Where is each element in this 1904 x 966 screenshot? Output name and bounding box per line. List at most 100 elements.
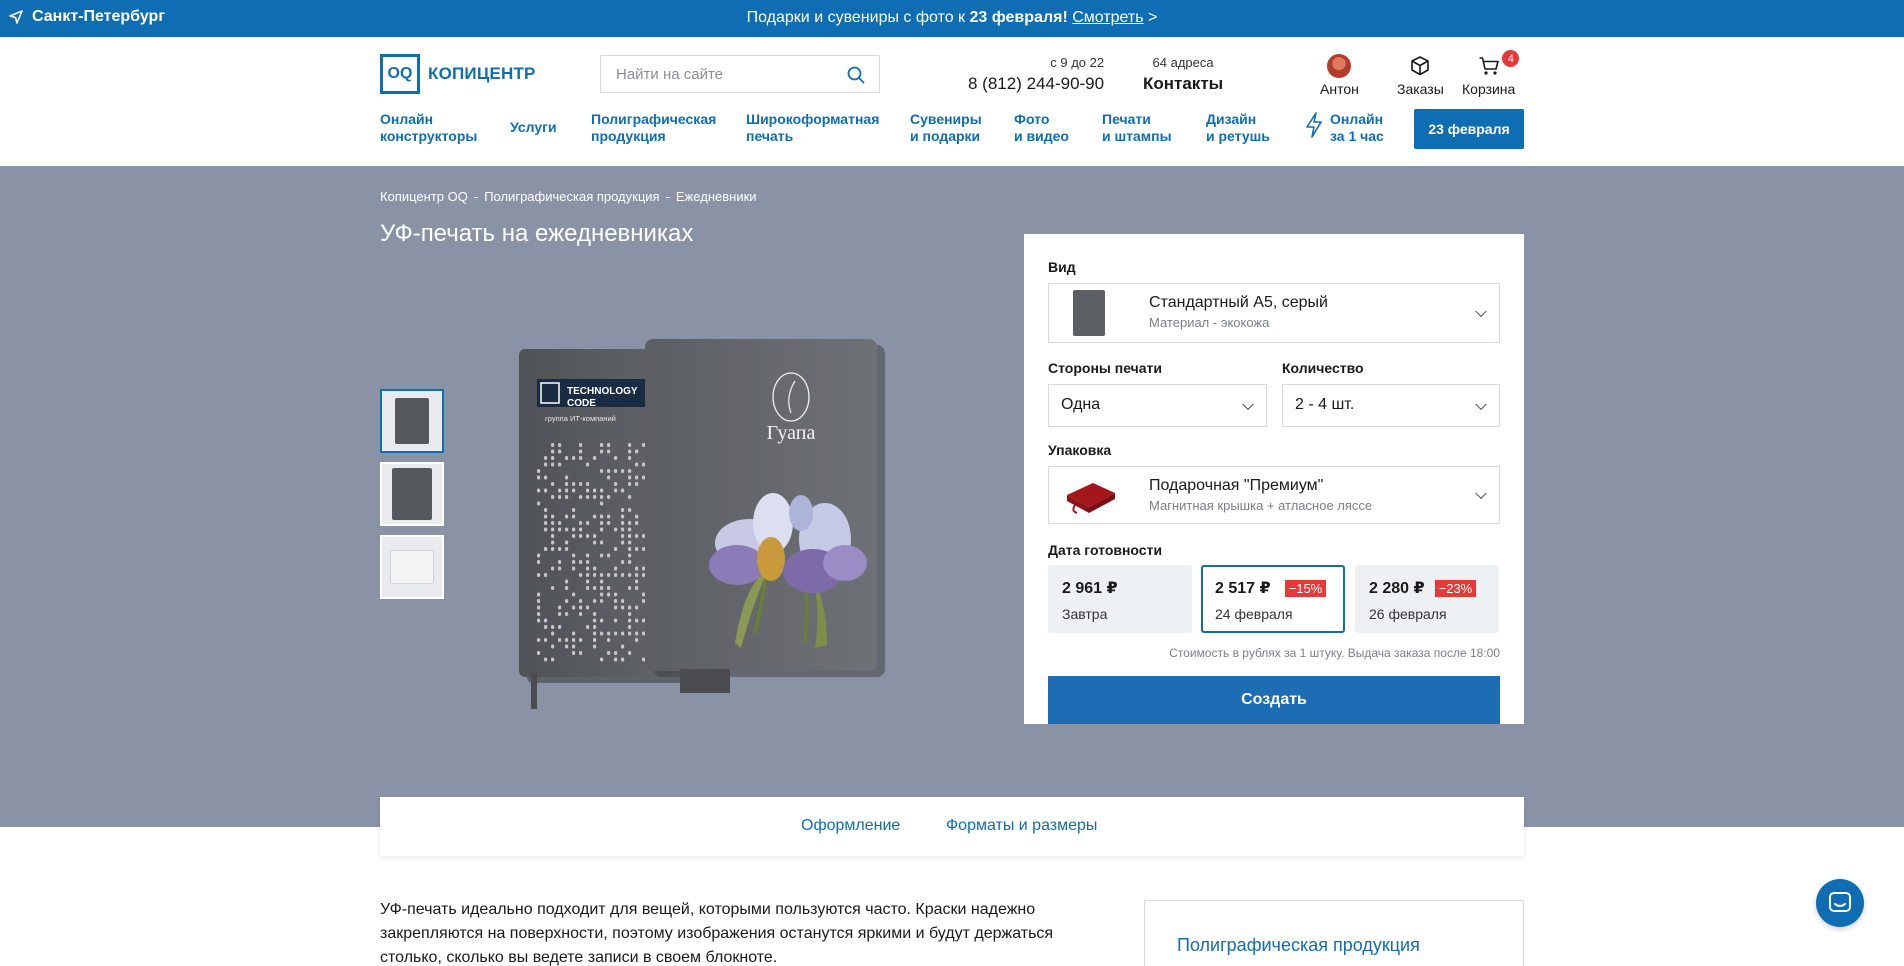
date-label: Дата готовности [1048,542,1163,558]
type-value: Стандартный А5, серый [1149,294,1328,311]
contacts-link[interactable]: Контакты [1143,74,1223,94]
price-value: 2 280 ₽ [1369,580,1425,597]
nav-design[interactable]: Дизайн и ретушь [1206,111,1270,145]
main-nav: Онлайн конструкторы Услуги Полиграфическа… [0,109,1904,157]
cart-label: Корзина [1462,81,1516,97]
nav-label-line1: Печати [1102,111,1151,127]
logo-mark: OQ [380,54,420,94]
nav-label-line1: Дизайн [1206,111,1257,127]
nav-wide-format[interactable]: Широкоформатная печать [746,111,879,145]
pack-value: Подарочная "Премиум" [1149,477,1324,494]
site-header: OQ КОПИЦЕНТР с 9 до 22 8 (812) 244-90-90… [0,37,1904,166]
cart-icon [1479,57,1499,75]
logo-name: КОПИЦЕНТР [428,64,536,83]
tab-design[interactable]: Оформление [801,817,900,835]
sides-label: Стороны печати [1048,360,1163,376]
thumbnail-2[interactable] [380,462,444,526]
type-thumbnail [1073,290,1105,336]
pack-select[interactable]: Подарочная "Премиум" Магнитная крышка + … [1048,466,1500,524]
search-box [600,55,880,93]
price-option-feb24[interactable]: 2 517 ₽ −15% 24 февраля [1201,565,1345,633]
chat-icon [1829,892,1851,912]
content-tabs: Оформление Форматы и размеры [380,797,1524,856]
nav-label-line2: конструкторы [380,128,478,144]
cart-count-badge: 4 [1502,50,1520,67]
sidebar-categories: Полиграфическая продукция [1144,900,1524,966]
left-book-sub: группа ИТ-компаний [545,414,616,423]
nav-label-line2: за 1 час [1330,128,1384,144]
breadcrumb-home[interactable]: Копицентр OQ [380,189,468,204]
promo-text: Подарки и сувениры с фото к [746,9,970,26]
nav-services[interactable]: Услуги [510,119,557,136]
gift-box-image [1067,483,1115,514]
nav-label-line1: Услуги [510,119,557,135]
price-date: 24 февраля [1215,606,1293,622]
nav-photo-video[interactable]: Фото и видео [1014,111,1069,145]
nav-label-line2: и подарки [910,128,981,144]
breadcrumb-polygraphy[interactable]: Полиграфическая продукция [484,189,659,204]
sides-value: Одна [1061,396,1101,413]
user-account[interactable]: Антон [1320,53,1359,97]
promo-arrow: > [1148,9,1158,26]
promo-bold: 23 февраля! [969,9,1068,26]
feb23-button[interactable]: 23 февраля [1414,109,1524,149]
discount-badge: −23% [1434,580,1477,597]
price-note: Стоимость в рублях за 1 штуку. Выдача за… [1169,646,1500,660]
qty-label: Количество [1282,360,1364,376]
pack-sub: Магнитная крышка + атласное ляссе [1149,498,1373,513]
promo-topbar: Санкт-Петербург Подарки и сувениры с фот… [0,0,1904,37]
price-option-feb26[interactable]: 2 280 ₽ −23% 26 февраля [1355,565,1499,633]
phone-number[interactable]: 8 (812) 244-90-90 [968,74,1104,94]
right-book-brand: Гуапа [767,422,816,444]
box-icon [1411,56,1430,76]
nav-label-line2: продукция [591,128,666,144]
nav-online-constructors[interactable]: Онлайн конструкторы [380,111,477,145]
nav-one-hour[interactable]: Онлайн за 1 час [1304,111,1384,145]
breadcrumb-diaries[interactable]: Ежедневники [676,189,757,204]
chevron-down-icon [1242,398,1254,410]
nav-stamps[interactable]: Печати и штампы [1102,111,1172,145]
avatar [1327,54,1352,78]
product-image: TECHNOLOGY CODE группа ИТ-компаний Гуапа [519,339,885,709]
nav-label-line2: и ретушь [1206,128,1270,144]
promo-link[interactable]: Смотреть [1072,9,1143,26]
logo[interactable]: OQ КОПИЦЕНТР [380,54,536,94]
chat-button[interactable] [1816,879,1864,927]
price-date: Завтра [1062,606,1108,622]
contacts-block[interactable]: 64 адреса Контакты [1143,55,1223,94]
lightning-icon [1306,112,1322,138]
type-sub: Материал - экокожа [1149,315,1270,330]
breadcrumb: Копицентр OQ - Полиграфическая продукция… [380,189,757,204]
nav-label-line2: и видео [1014,128,1069,144]
search-input[interactable] [601,56,831,92]
create-button[interactable]: Создать [1048,676,1500,724]
left-book-title: TECHNOLOGY [567,386,638,397]
tab-formats[interactable]: Форматы и размеры [946,817,1097,835]
product-description: УФ-печать идеально подходит для вещей, к… [380,901,1054,966]
phone-block: с 9 до 22 8 (812) 244-90-90 [968,55,1104,94]
nav-polygraphy[interactable]: Полиграфическая продукция [591,111,716,145]
price-date: 26 февраля [1369,606,1447,622]
type-select[interactable]: Стандартный А5, серый Материал - экокожа [1048,283,1500,343]
breadcrumb-separator: - [473,189,479,204]
nav-label-line2: печать [746,128,794,144]
cart-link[interactable]: 4 Корзина [1462,50,1520,97]
promo-banner: Подарки и сувениры с фото к 23 февраля! … [0,9,1904,27]
search-icon[interactable] [847,66,865,84]
orders-link[interactable]: Заказы [1397,53,1444,97]
qty-value: 2 - 4 шт. [1295,396,1355,413]
thumbnail-image [390,550,434,584]
thumbnail-gallery [380,389,444,608]
qty-select[interactable]: 2 - 4 шт. [1282,384,1500,427]
breadcrumb-separator: - [665,189,670,204]
price-value: 2 961 ₽ [1062,580,1118,597]
sides-select[interactable]: Одна [1048,384,1267,427]
nav-label-line2: и штампы [1102,128,1172,144]
thumbnail-3[interactable] [380,535,444,599]
thumbnail-1[interactable] [380,389,444,453]
nav-souvenirs[interactable]: Сувениры и подарки [910,111,982,145]
sidebar-link-polygraphy[interactable]: Полиграфическая продукция [1177,935,1420,956]
product-hero: Копицентр OQ - Полиграфическая продукция… [0,166,1904,827]
price-option-tomorrow[interactable]: 2 961 ₽ Завтра [1048,565,1192,633]
nav-label-line1: Полиграфическая [591,111,717,127]
